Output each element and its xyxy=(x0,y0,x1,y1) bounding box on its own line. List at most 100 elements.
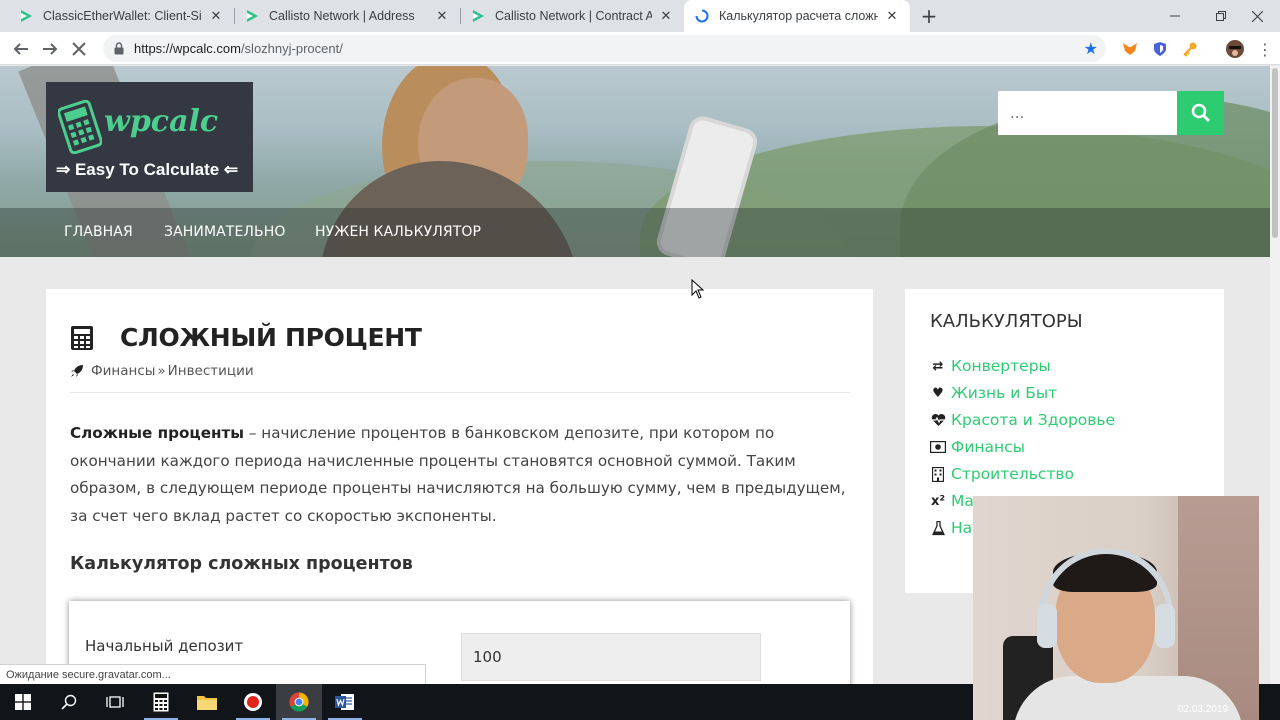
stop-loading-button[interactable] xyxy=(66,36,92,62)
logo-text: wpcalc xyxy=(104,104,219,139)
scrollbar-thumb[interactable] xyxy=(1272,68,1278,238)
minimize-button[interactable] xyxy=(1152,0,1198,32)
tab-label: ClassicEtherWallet: Client-Side Cl xyxy=(43,9,202,23)
calculator-app-icon xyxy=(153,692,169,712)
page-title: СЛОЖНЫЙ ПРОЦЕНТ xyxy=(120,323,422,352)
url-text: https://wpcalc.com/slozhnyj-procent/ xyxy=(134,41,343,56)
building-icon xyxy=(930,466,946,482)
sidebar-item-label: Конвертеры xyxy=(951,357,1051,375)
tab-strip: ClassicEtherWallet: Client-Side Cl ✕ Cal… xyxy=(0,0,1280,32)
sidebar-item-label: Финансы xyxy=(951,438,1025,456)
breadcrumb-separator: » xyxy=(157,363,166,379)
calculator-logo-icon xyxy=(58,100,102,154)
tab-callisto-contract[interactable]: Callisto Network | Contract Addre ✕ xyxy=(460,0,684,32)
webcam-overlay: 02.03.2019 xyxy=(973,496,1259,720)
site-logo[interactable]: wpcalc ⇒ Easy To Calculate ⇐ xyxy=(46,82,253,192)
browser-toolbar: https://wpcalc.com/slozhnyj-procent/ ★ ⋮ xyxy=(0,32,1280,65)
intro-term: Сложные проценты xyxy=(70,424,245,442)
address-bar[interactable]: https://wpcalc.com/slozhnyj-procent/ ★ xyxy=(103,35,1106,62)
taskbar-calculator[interactable] xyxy=(138,684,184,720)
heart-icon: ♥ xyxy=(932,385,944,401)
heartbeat-icon xyxy=(930,412,946,428)
sidebar-item-life[interactable]: ♥ Жизнь и Быт xyxy=(930,384,1057,402)
bookmark-star-icon[interactable]: ★ xyxy=(1084,39,1098,58)
key-icon[interactable] xyxy=(1181,40,1199,58)
clock-date: 02.03.2019 xyxy=(1178,704,1229,715)
intro-paragraph: Сложные проценты – начисление процентов … xyxy=(70,420,860,530)
nav-need-calculator[interactable]: НУЖЕН КАЛЬКУЛЯТОР xyxy=(315,224,481,240)
calculator-heading: Калькулятор сложных процентов xyxy=(70,554,413,574)
main-navigation: ГЛАВНАЯ ЗАНИМАТЕЛЬНО НУЖЕН КАЛЬКУЛЯТОР xyxy=(0,208,1270,257)
tab-callisto-address[interactable]: Callisto Network | Address ✕ xyxy=(234,0,460,32)
new-tab-button[interactable]: + xyxy=(917,4,941,28)
metamask-fox-icon[interactable] xyxy=(1121,40,1139,58)
taskbar-file-explorer[interactable] xyxy=(184,684,230,720)
callisto-icon xyxy=(244,8,260,24)
status-bar: Ожидание secure.gravatar.com... xyxy=(0,664,426,684)
record-icon xyxy=(244,693,262,711)
sidebar-item-label: Жизнь и Быт xyxy=(951,384,1058,402)
deposit-label: Начальный депозит xyxy=(85,637,244,655)
sidebar-item-converters[interactable]: ⇄ Конвертеры xyxy=(930,357,1051,375)
taskbar-word[interactable] xyxy=(322,684,368,720)
windows-logo-icon xyxy=(15,694,31,710)
task-view-button[interactable] xyxy=(92,684,138,720)
divider xyxy=(70,392,850,393)
breadcrumb: Финансы » Инвестиции xyxy=(70,363,254,379)
url-path: /slozhnyj-procent/ xyxy=(240,41,343,56)
folder-icon xyxy=(197,696,217,710)
sidebar-item-label: Красота и Здоровье xyxy=(951,411,1116,429)
taskbar-recorder[interactable] xyxy=(230,684,276,720)
close-icon[interactable]: ✕ xyxy=(208,8,224,24)
sidebar-item-beauty-health[interactable]: Красота и Здоровье xyxy=(930,411,1115,429)
page-title-row: СЛОЖНЫЙ ПРОЦЕНТ xyxy=(70,323,422,352)
deposit-input[interactable] xyxy=(461,633,761,681)
sidebar-item-label: Строительство xyxy=(951,465,1075,483)
logo-tagline: ⇒ Easy To Calculate ⇐ xyxy=(56,160,239,179)
lock-icon xyxy=(114,42,124,55)
profile-avatar[interactable] xyxy=(1226,40,1244,58)
tab-label: Callisto Network | Address xyxy=(269,9,415,23)
menu-dots-icon[interactable]: ⋮ xyxy=(1256,40,1274,59)
url-host: https://wpcalc.com xyxy=(134,41,241,56)
callisto-icon xyxy=(470,8,486,24)
word-icon xyxy=(335,694,354,710)
search-icon xyxy=(1191,103,1210,123)
search-button[interactable] xyxy=(1177,91,1224,135)
nav-interesting[interactable]: ЗАНИМАТЕЛЬНО xyxy=(164,224,286,240)
tab-classicetherwallet[interactable]: ClassicEtherWallet: Client-Side Cl ✕ xyxy=(8,0,234,32)
windows-start-button[interactable] xyxy=(0,684,46,720)
taskbar-search-button[interactable] xyxy=(46,684,92,720)
page-scrollbar[interactable] xyxy=(1270,66,1280,684)
cew-icon xyxy=(18,8,34,24)
close-window-button[interactable] xyxy=(1234,0,1280,32)
calculator-icon xyxy=(71,325,93,350)
back-button[interactable] xyxy=(8,36,34,62)
taskbar-chrome[interactable] xyxy=(276,684,322,720)
superscript-icon: x² xyxy=(930,493,946,509)
tab-wpcalc[interactable]: Калькулятор расчета сложного ✕ xyxy=(684,0,910,32)
money-icon xyxy=(930,439,946,455)
chrome-icon xyxy=(289,692,309,712)
breadcrumb-investments[interactable]: Инвестиции xyxy=(168,363,254,379)
search-input[interactable] xyxy=(998,91,1177,135)
flask-icon xyxy=(930,520,946,536)
close-icon[interactable]: ✕ xyxy=(658,8,674,24)
tab-label: Callisto Network | Contract Addre xyxy=(495,9,652,23)
sidebar-item-finance[interactable]: Финансы xyxy=(930,438,1025,456)
site-search xyxy=(998,91,1224,135)
loading-spinner-icon xyxy=(694,8,710,24)
nav-home[interactable]: ГЛАВНАЯ xyxy=(64,224,133,240)
rocket-icon xyxy=(71,365,83,377)
close-icon[interactable]: ✕ xyxy=(434,8,450,24)
arrows-exchange-icon: ⇄ xyxy=(932,358,944,374)
sidebar-title: КАЛЬКУЛЯТОРЫ xyxy=(930,311,1083,332)
mouse-cursor-icon xyxy=(691,279,705,299)
sidebar-item-construction[interactable]: Строительство xyxy=(930,465,1074,483)
breadcrumb-finance[interactable]: Финансы xyxy=(91,363,155,379)
tab-label: Калькулятор расчета сложного xyxy=(719,9,878,23)
shield-icon[interactable] xyxy=(1151,40,1169,58)
search-icon xyxy=(61,694,77,710)
close-icon[interactable]: ✕ xyxy=(884,8,900,24)
forward-button[interactable] xyxy=(37,36,63,62)
